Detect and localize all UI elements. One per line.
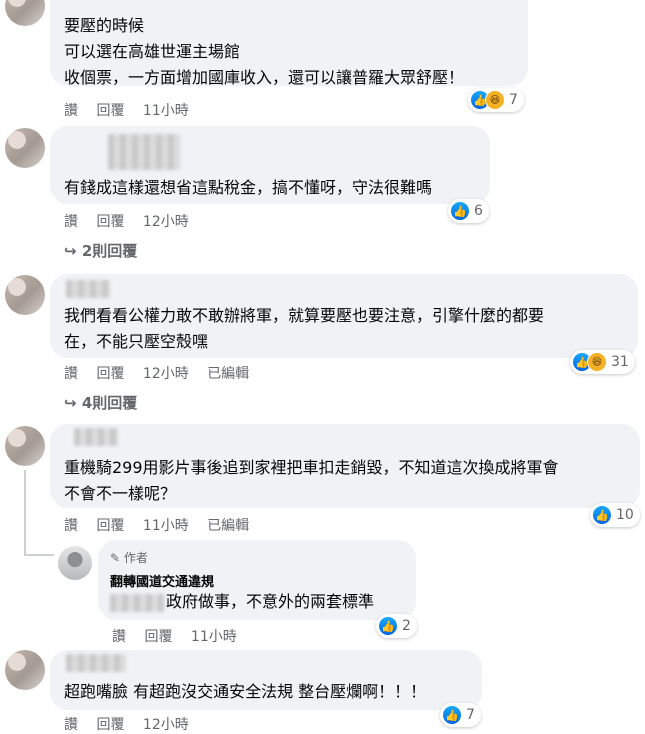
thread-connector	[24, 470, 26, 556]
reply-link[interactable]: 回覆	[96, 714, 124, 734]
commenter-name-blurred[interactable]	[74, 428, 118, 446]
comment-actions: 讚 回覆 12小時 已編輯	[64, 363, 263, 383]
reply-arrow-icon: ↪	[64, 242, 77, 260]
timestamp[interactable]: 12小時	[143, 211, 189, 231]
commenter-avatar[interactable]	[5, 426, 45, 466]
view-replies-link[interactable]: ↪ 4則回覆	[64, 392, 137, 413]
timestamp[interactable]: 12小時	[143, 714, 189, 734]
commenter-avatar[interactable]	[5, 0, 45, 26]
reaction-summary[interactable]: 👍 7	[440, 703, 481, 727]
reply-link[interactable]: 回覆	[96, 363, 124, 383]
reaction-count: 7	[509, 92, 518, 108]
timestamp[interactable]: 11小時	[143, 515, 189, 535]
reaction-summary[interactable]: 👍 😆 7	[468, 88, 524, 112]
commenter-name-blurred[interactable]	[108, 134, 180, 170]
comment-text-line: 重機騎299用影片事後追到家裡把車扣走銷毀，不知道這次換成將軍會	[64, 458, 559, 477]
like-link[interactable]: 讚	[64, 363, 78, 383]
author-reply-text: 政府做事，不意外的兩套標準	[166, 592, 375, 611]
reply-link[interactable]: 回覆	[96, 100, 124, 120]
comment-text-line: 我們看看公權力敢不敢辦將軍，就算要壓也要注意，引擎什麼的都要	[64, 306, 545, 325]
reaction-summary[interactable]: 👍 6	[448, 199, 489, 223]
comment-actions: 讚 回覆 12小時	[64, 714, 203, 734]
commenter-avatar[interactable]	[5, 275, 45, 315]
replies-count-label: 2則回覆	[81, 242, 138, 260]
comment-text-line: 要壓的時候	[64, 16, 145, 35]
timestamp[interactable]: 11小時	[143, 100, 189, 120]
thumbs-up-icon: 👍	[442, 705, 462, 725]
thread-connector	[24, 554, 54, 556]
author-badge: ✎ 作者	[110, 551, 148, 565]
reaction-count: 7	[466, 707, 475, 723]
reply-link[interactable]: 回覆	[96, 515, 124, 535]
comment-text-line: 收個票，一方面增加國庫收入，還可以讓普羅大眾舒壓！	[64, 68, 465, 87]
view-replies-link[interactable]: ↪ 2則回覆	[64, 240, 137, 261]
like-link[interactable]: 讚	[64, 515, 78, 535]
comment-actions: 讚 回覆 12小時	[64, 211, 203, 231]
thumbs-up-icon: 👍	[592, 505, 612, 525]
edited-label[interactable]: 已編輯	[207, 363, 249, 383]
comment-text-line: 不會不一樣呢？	[64, 484, 177, 503]
comment-actions: 讚 回覆 11小時	[64, 100, 203, 120]
comment-actions: 讚 回覆 11小時 已編輯	[64, 515, 263, 535]
like-link[interactable]: 讚	[64, 100, 78, 120]
reaction-count: 2	[402, 618, 411, 634]
pencil-icon: ✎	[110, 551, 121, 565]
commenter-avatar[interactable]	[5, 650, 45, 690]
like-link[interactable]: 讚	[64, 211, 78, 231]
like-link[interactable]: 讚	[112, 626, 126, 646]
reaction-summary[interactable]: 👍 2	[376, 614, 417, 638]
laughing-face-icon: 😆	[587, 352, 607, 372]
author-reply-actions: 讚 回覆 11小時	[112, 626, 251, 646]
reaction-count: 10	[616, 507, 634, 523]
replies-count-label: 4則回覆	[81, 394, 138, 412]
mentioned-name-blurred[interactable]	[110, 594, 164, 612]
reaction-count: 6	[474, 203, 483, 219]
author-name[interactable]: 翻轉國道交通違規	[110, 571, 214, 590]
thumbs-up-icon: 👍	[378, 616, 398, 636]
laughing-face-icon: 😆	[485, 90, 505, 110]
reaction-summary[interactable]: 👍 10	[590, 503, 640, 527]
edited-label[interactable]: 已編輯	[207, 515, 249, 535]
comment-text: 有錢成這樣還想省這點稅金，搞不懂呀，守法很難嗎	[64, 178, 433, 197]
author-avatar[interactable]	[58, 546, 92, 580]
commenter-avatar[interactable]	[5, 128, 45, 168]
comment-text: 超跑嘴臉 有超跑沒交通安全法規 整台壓爛啊！！！	[64, 682, 427, 701]
reaction-summary[interactable]: 👍 😆 31	[570, 350, 635, 374]
like-link[interactable]: 讚	[64, 714, 78, 734]
thumbs-up-icon: 👍	[450, 201, 470, 221]
commenter-name-blurred[interactable]	[66, 654, 126, 672]
commenter-name-blurred[interactable]	[66, 280, 110, 298]
reaction-count: 31	[611, 354, 629, 370]
reply-arrow-icon: ↪	[64, 394, 77, 412]
comment-text-line: 可以選在高雄世運主場館	[64, 42, 241, 61]
timestamp[interactable]: 11小時	[191, 626, 237, 646]
comment-text-line: 在，不能只壓空殼嘿	[64, 332, 209, 351]
timestamp[interactable]: 12小時	[143, 363, 189, 383]
reply-link[interactable]: 回覆	[144, 626, 172, 646]
reply-link[interactable]: 回覆	[96, 211, 124, 231]
